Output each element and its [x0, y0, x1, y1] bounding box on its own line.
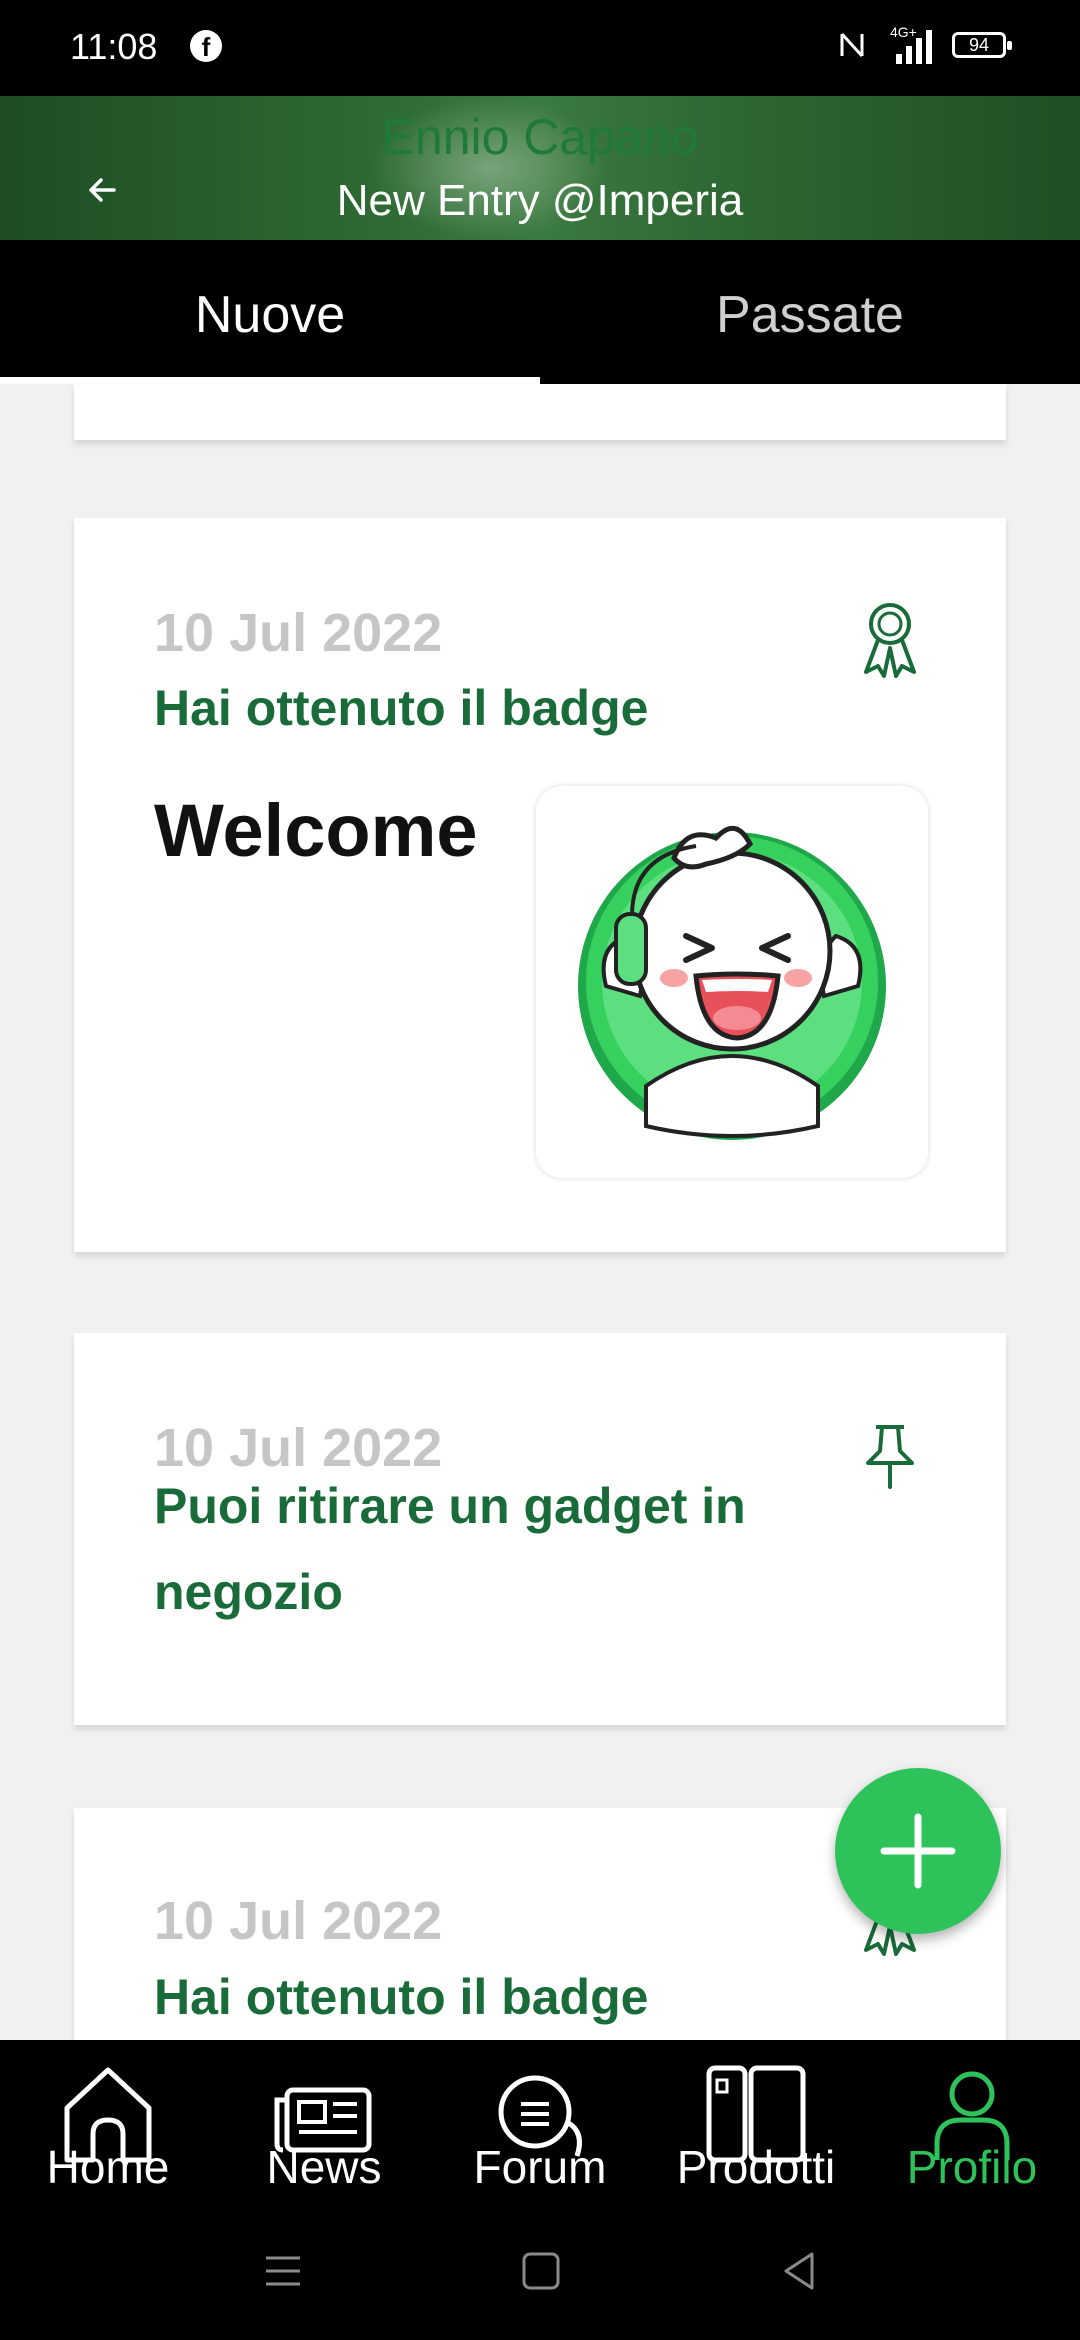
bottom-nav: Home News Forum Prodotti Profilo — [0, 2040, 1080, 2340]
card-date: 10 Jul 2022 — [154, 1891, 443, 1951]
card-title: Hai ottenuto il badge — [154, 1969, 649, 2025]
feed-card-gadget[interactable]: 10 Jul 2022 Puoi ritirare un gadget in n… — [74, 1333, 1006, 1725]
page-title: New Entry @Imperia — [336, 176, 744, 225]
badge-image-tile[interactable] — [536, 786, 928, 1178]
signal-icon — [896, 30, 932, 64]
pin-icon — [866, 1425, 914, 1489]
tab-bar: Nuove Passate — [0, 240, 1080, 384]
facebook-icon: f — [190, 30, 222, 62]
card-title-line2: negozio — [154, 1564, 343, 1620]
battery-indicator: 94 — [952, 32, 1012, 58]
tab-nuove[interactable]: Nuove — [0, 240, 540, 384]
app-header: Ennio Capano New Entry @Imperia — [0, 96, 1080, 240]
nav-forum[interactable]: Forum — [432, 2040, 648, 2240]
tab-passate[interactable]: Passate — [540, 240, 1080, 384]
nfc-icon — [840, 32, 864, 58]
card-title-line1: Puoi ritirare un gadget in — [154, 1478, 746, 1534]
active-tab-indicator — [0, 377, 540, 384]
nav-label: News — [266, 2141, 382, 2193]
nav-label: Home — [46, 2141, 170, 2193]
nav-home[interactable]: Home — [0, 2040, 216, 2240]
home-system-icon[interactable] — [520, 2250, 562, 2292]
nav-label: Forum — [473, 2141, 607, 2193]
card-date: 10 Jul 2022 — [154, 603, 443, 663]
add-entry-button[interactable] — [835, 1768, 1001, 1934]
nav-profilo[interactable]: Profilo — [864, 2040, 1080, 2240]
feed-card-badge[interactable]: 10 Jul 2022 Hai ottenuto il badge Welcom… — [74, 518, 1006, 1252]
status-bar: 11:08 f 4G+ 94 — [0, 0, 1080, 96]
nav-news[interactable]: News — [216, 2040, 432, 2240]
feed-card-partial[interactable] — [74, 384, 1006, 440]
recents-icon[interactable] — [262, 2250, 304, 2292]
badge-name: Welcome — [154, 789, 478, 872]
nav-label: Prodotti — [676, 2141, 836, 2193]
user-name: Ennio Capano — [381, 109, 699, 165]
nav-label: Profilo — [906, 2141, 1038, 2193]
card-title: Hai ottenuto il badge — [154, 680, 649, 736]
back-system-icon[interactable] — [778, 2250, 820, 2292]
welcome-badge-image — [578, 826, 886, 1140]
award-ribbon-icon — [864, 603, 916, 678]
nav-prodotti[interactable]: Prodotti — [648, 2040, 864, 2240]
plus-icon — [880, 1813, 956, 1889]
status-time: 11:08 — [70, 26, 158, 67]
